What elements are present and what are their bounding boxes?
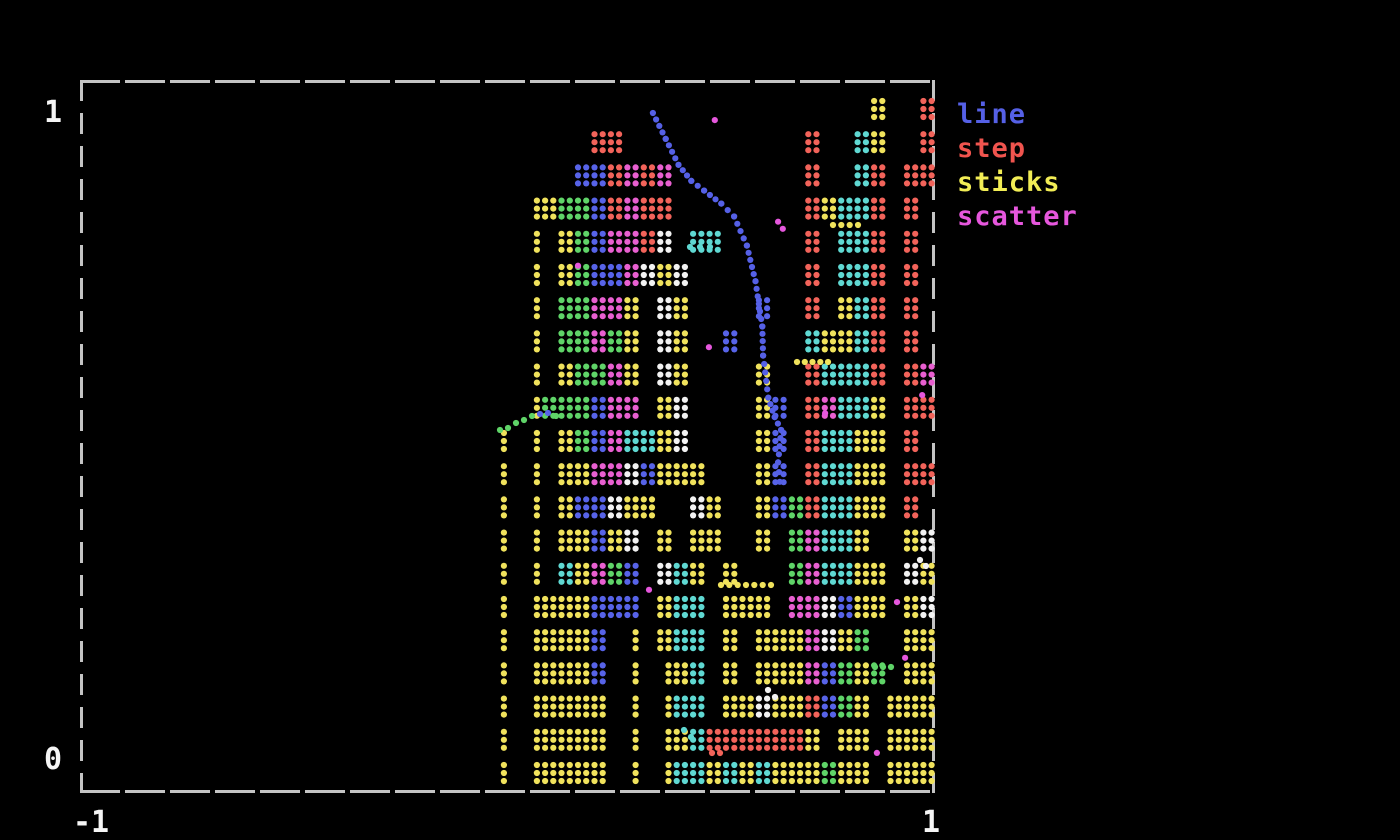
- legend-item-sticks: sticks: [957, 166, 1078, 200]
- plot-frame: [80, 80, 935, 793]
- plot-canvas: [0, 0, 1400, 840]
- x-axis-tick-max: 1: [906, 808, 956, 838]
- y-axis-tick-max: 1: [22, 98, 62, 128]
- legend-item-scatter: scatter: [957, 200, 1078, 234]
- terminal-plot-screen: 1 0 -1 1 line step sticks scatter: [0, 0, 1400, 840]
- y-axis-tick-min: 0: [22, 745, 62, 775]
- legend-item-step: step: [957, 132, 1078, 166]
- legend-item-line: line: [957, 98, 1078, 132]
- legend: line step sticks scatter: [957, 98, 1078, 234]
- x-axis-tick-min: -1: [66, 808, 116, 838]
- data-dots-layer: [497, 98, 935, 784]
